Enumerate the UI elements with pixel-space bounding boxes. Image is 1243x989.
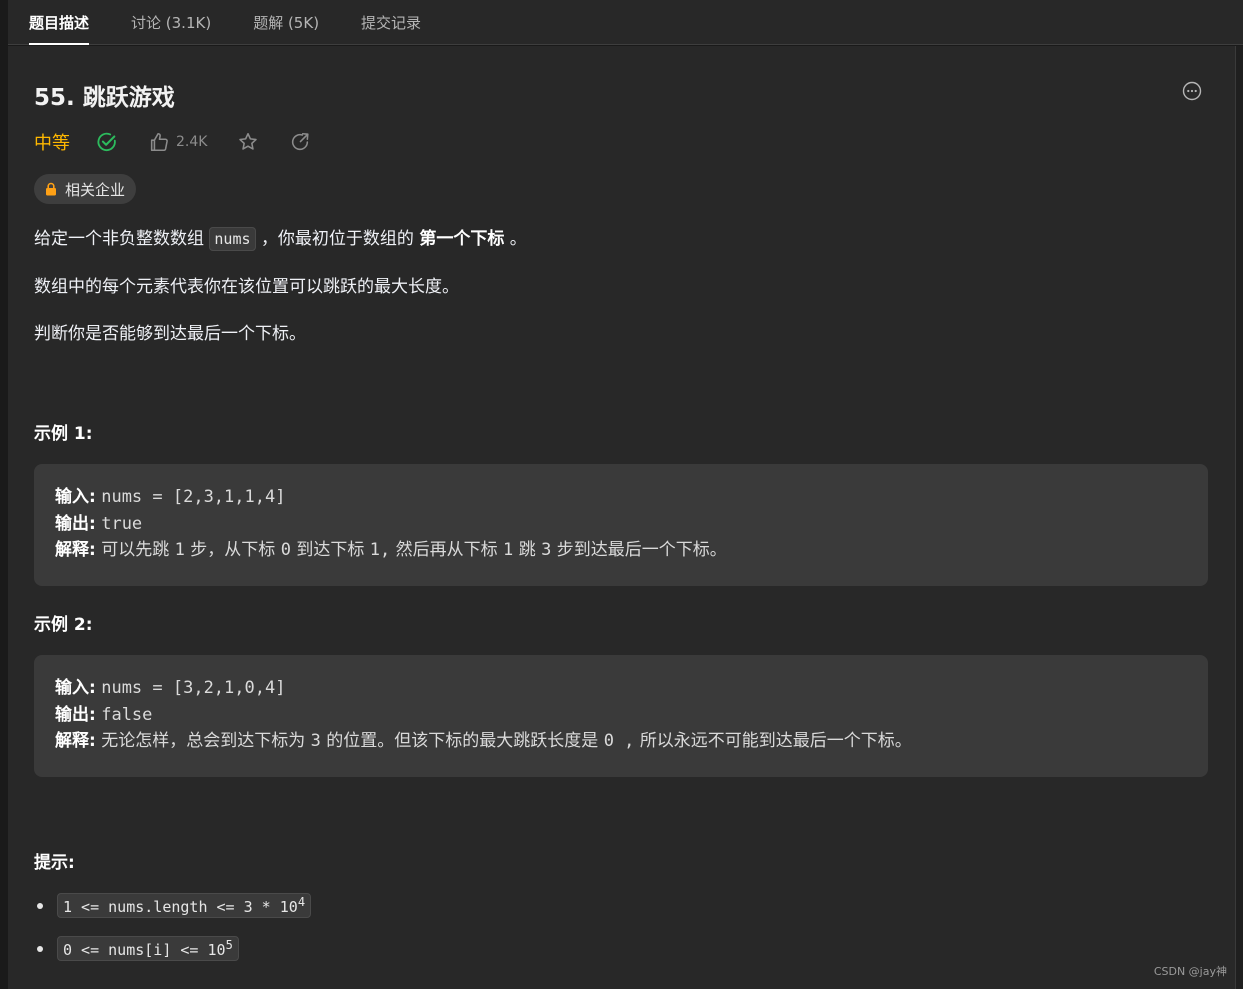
input-value: nums = [3,2,1,0,4] — [101, 678, 286, 698]
mono-text: 0 , — [603, 731, 635, 751]
example-output-line: 输出: false — [55, 702, 1187, 729]
example-2-block: 输入: nums = [3,2,1,0,4] 输出: false 解释: 无论怎… — [34, 655, 1208, 777]
star-icon — [239, 132, 258, 150]
tab-submissions[interactable]: 提交记录 — [340, 0, 442, 45]
example-explanation-line: 解释: 无论怎样，总会到达下标为 3 的位置。但该下标的最大跳跃长度是 0 , … — [55, 728, 1187, 755]
constraint-text: 0 <= nums[i] <= 10 — [63, 941, 226, 959]
more-horizontal-icon[interactable] — [1182, 81, 1202, 101]
mono-text: 1 — [174, 540, 185, 560]
tab-bar: 题目描述 讨论 (3.1K) 题解 (5K) 提交记录 — [8, 0, 1243, 45]
mono-text: 3 — [310, 731, 321, 751]
constraints-title: 提示: — [34, 853, 75, 873]
text: 所以永远不可能到达最后一个下标。 — [639, 731, 912, 751]
explanation-label: 解释: — [55, 731, 96, 751]
text: 到达下标 — [296, 540, 365, 560]
scrollbar[interactable] — [1235, 46, 1243, 989]
text: ，你最初位于数组的 — [260, 229, 414, 249]
mono-text: 1, — [369, 540, 391, 560]
lock-icon — [46, 182, 56, 196]
inline-code: nums — [209, 227, 256, 251]
tab-discussion[interactable]: 讨论 (3.1K) — [110, 0, 232, 45]
input-value: nums = [2,3,1,1,4] — [101, 487, 286, 507]
share-icon — [292, 132, 310, 151]
like-count: 2.4K — [176, 134, 208, 150]
company-tag-label: 相关企业 — [65, 180, 126, 199]
bold-text: 第一个下标 — [419, 229, 505, 249]
tab-label: 讨论 (3.1K) — [131, 13, 212, 32]
bullet — [37, 902, 43, 909]
watermark: CSDN @jay神 — [1153, 965, 1227, 978]
superscript: 4 — [297, 895, 306, 909]
constraint-item: 0 <= nums[i] <= 105 — [34, 936, 239, 961]
text: 无论怎样，总会到达下标为 — [101, 731, 306, 751]
output-value: false — [101, 704, 153, 725]
input-label: 输入: — [55, 678, 96, 698]
output-value: true — [101, 513, 143, 534]
mono-text: 0 — [280, 540, 291, 560]
difficulty-badge: 中等 — [34, 133, 70, 154]
text: 的位置。但该下标的最大跳跃长度是 — [326, 731, 599, 751]
constraint-item: 1 <= nums.length <= 3 * 104 — [34, 893, 312, 918]
example-output-line: 输出: true — [55, 511, 1187, 538]
tab-description[interactable]: 题目描述 — [8, 0, 110, 45]
description-paragraph-1: 给定一个非负整数数组 nums ，你最初位于数组的 第一个下标 。 — [34, 227, 527, 251]
tab-label: 提交记录 — [361, 13, 422, 32]
related-companies-tag[interactable]: 相关企业 — [34, 174, 137, 204]
bullet — [37, 945, 43, 952]
text: 给定一个非负整数数组 — [34, 229, 204, 249]
share-button[interactable] — [289, 131, 311, 153]
explanation-label: 解释: — [55, 540, 96, 560]
description-paragraph-2: 数组中的每个元素代表你在该位置可以跳跃的最大长度。 — [34, 277, 459, 297]
example-2-title: 示例 2: — [34, 615, 93, 635]
text: 步到达最后一个下标。 — [556, 540, 727, 560]
check-circle-icon — [97, 132, 116, 152]
mono-text: 3 — [541, 540, 552, 560]
example-input-line: 输入: nums = [2,3,1,1,4] — [55, 484, 1187, 511]
constraint-code: 0 <= nums[i] <= 105 — [57, 936, 239, 961]
text: 。 — [509, 229, 527, 249]
input-label: 输入: — [55, 487, 96, 507]
mono-text: 1 — [503, 540, 514, 560]
example-1-block: 输入: nums = [2,3,1,1,4] 输出: true 解释: 可以先跳… — [34, 464, 1208, 586]
text: 步，从下标 — [190, 540, 276, 560]
example-explanation-line: 解释: 可以先跳 1 步，从下标 0 到达下标 1, 然后再从下标 1 跳 3 … — [55, 537, 1187, 564]
example-input-line: 输入: nums = [3,2,1,0,4] — [55, 675, 1187, 702]
text: 然后再从下标 — [395, 540, 498, 560]
problem-meta-row: 中等 2.4K — [34, 126, 341, 158]
text: 跳 — [518, 540, 536, 560]
constraint-text: 1 <= nums.length <= 3 * 10 — [63, 898, 298, 916]
tab-label: 题解 (5K) — [253, 13, 320, 32]
output-label: 输出: — [55, 704, 96, 725]
problem-panel: 55. 跳跃游戏 中等 2.4K 相关企业 给定一个非负整数数组 nums ，你… — [8, 46, 1235, 989]
tab-label: 题目描述 — [29, 13, 90, 32]
text: 可以先跳 — [101, 540, 170, 560]
like-button[interactable]: 2.4K — [148, 131, 207, 153]
problem-title: 55. 跳跃游戏 — [34, 85, 175, 111]
example-1-title: 示例 1: — [34, 424, 93, 444]
output-label: 输出: — [55, 513, 96, 534]
description-paragraph-3: 判断你是否能够到达最后一个下标。 — [34, 324, 306, 344]
tab-solutions[interactable]: 题解 (5K) — [232, 0, 340, 45]
superscript: 5 — [225, 938, 233, 952]
constraint-code: 1 <= nums.length <= 3 * 104 — [57, 893, 312, 918]
favorite-button[interactable] — [237, 131, 259, 153]
thumbs-up-icon — [150, 132, 168, 152]
solved-status — [96, 131, 118, 153]
